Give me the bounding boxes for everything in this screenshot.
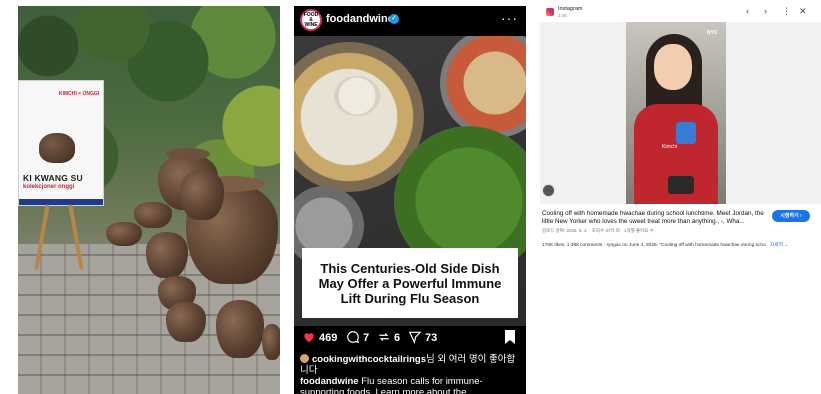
liker-username[interactable]: cookingwithcocktailrings (312, 354, 426, 365)
onggi-jar (262, 324, 280, 360)
media-viewer-card: Instagram 3:46 ‹ › ⋮ ✕ NYC Kimchi Coolin… (540, 0, 821, 260)
viewer-description: Cooling off with homemade hwachae during… (542, 210, 764, 225)
onggi-jar (146, 232, 188, 278)
instagram-post: FOOD & WINE foodandwine ✓ ··· This Centu… (294, 6, 526, 394)
instagram-logo-icon (546, 8, 554, 16)
viewer-image[interactable]: NYC Kimchi (626, 22, 726, 204)
image-caption-text: This Centuries-Old Side Dish May Offer a… (318, 260, 502, 306)
kimchi-jars-photo: KIMCHI × ONGGI KI KWANG SU kolekcjoner o… (18, 6, 280, 394)
image-watermark: NYC (707, 30, 718, 36)
easel (34, 204, 94, 270)
post-header: FOOD & WINE foodandwine ✓ ··· (294, 6, 526, 36)
viewer-stats: 176K likes, 1,388 comments - ryogav on J… (542, 241, 820, 248)
viewer-meta: 업로드 날짜: 2026. 6. 4. · 조회수 37억 회 · 1개월 좋아… (542, 228, 654, 233)
close-icon[interactable]: ✕ (799, 6, 807, 17)
poster-artist-subtitle: kolekcjoner onggi (23, 184, 75, 190)
likes-count: 469 (319, 332, 338, 344)
watch-button[interactable]: 시청하기 › (772, 210, 810, 222)
bookmark-icon[interactable] (504, 330, 516, 344)
onggi-jar (216, 300, 264, 358)
poster-artist-name: KI KWANG SU (23, 173, 83, 183)
more-horizontal-icon[interactable]: ··· (501, 10, 518, 26)
comment-icon[interactable] (346, 330, 360, 344)
exhibition-poster: KIMCHI × ONGGI KI KWANG SU kolekcjoner o… (18, 80, 104, 206)
caption-username[interactable]: foodandwine (300, 376, 359, 387)
onggi-jar (180, 170, 224, 220)
post-username[interactable]: foodandwine (326, 13, 394, 25)
onggi-pot-image (39, 133, 75, 163)
menu-icon[interactable]: ⋮ (782, 6, 791, 17)
heart-icon[interactable] (302, 330, 316, 344)
person-face (654, 44, 692, 90)
viewer-image-area: NYC Kimchi (540, 22, 821, 204)
back-arrow-icon[interactable]: ‹ (746, 6, 749, 16)
poster-tagline: KIMCHI × ONGGI (59, 91, 100, 97)
lunch-container (668, 176, 694, 194)
viewer-app-sub: 3:46 (558, 13, 567, 18)
post-actions-bar: 469 7 6 73 (294, 326, 526, 352)
food-plate (440, 36, 526, 138)
shares-count: 73 (425, 332, 438, 344)
verified-badge-icon: ✓ (389, 14, 399, 24)
reposts-count: 6 (394, 332, 401, 344)
onggi-jar (106, 222, 142, 246)
image-caption-box: This Centuries-Old Side Dish May Offer a… (302, 248, 518, 318)
post-caption: foodandwine Flu season calls for immune-… (300, 376, 522, 394)
cup-label: Kimchi (662, 144, 678, 150)
stats-text: 176K likes, 1,388 comments - ryogav on J… (542, 243, 766, 248)
share-icon[interactable] (408, 330, 422, 344)
liker-avatar (300, 354, 309, 363)
food-plate (334, 76, 380, 116)
onggi-jar (134, 202, 172, 228)
onggi-jar (166, 302, 206, 342)
screen: KIMCHI × ONGGI KI KWANG SU kolekcjoner o… (0, 0, 821, 394)
viewer-app-name: Instagram (558, 6, 583, 12)
comments-count: 7 (363, 332, 370, 344)
repost-icon[interactable] (377, 330, 391, 344)
forward-arrow-icon[interactable]: › (764, 6, 767, 16)
liked-by-line: cookingwithcocktailrings님 외 여러 명이 좋아합니다 (300, 354, 522, 376)
profile-avatar[interactable]: FOOD & WINE (300, 9, 322, 31)
drink-cup (676, 122, 696, 144)
post-image[interactable]: This Centuries-Old Side Dish May Offer a… (294, 36, 526, 326)
lens-search-icon[interactable] (542, 184, 555, 197)
more-link[interactable]: 자세히 ⌄ (770, 243, 789, 248)
avatar-text: FOOD & WINE (303, 11, 319, 28)
